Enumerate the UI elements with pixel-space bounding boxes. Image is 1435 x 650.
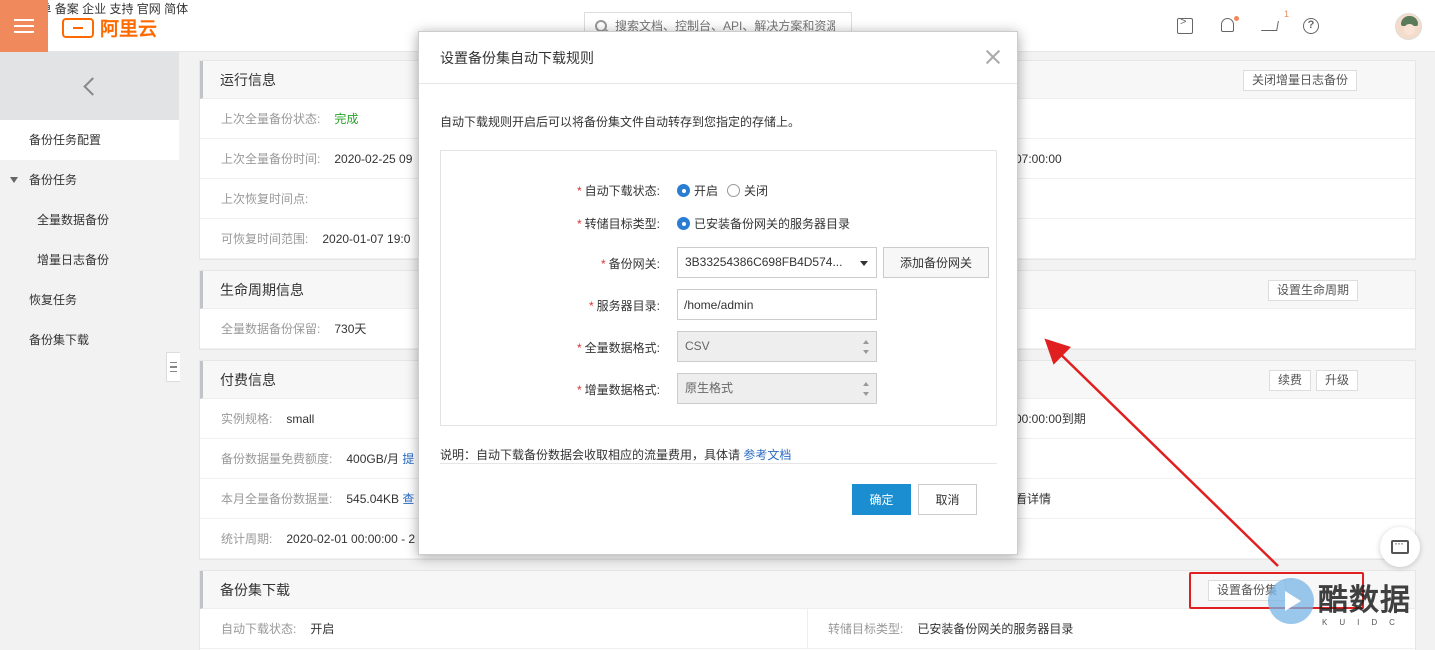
server-dir-input[interactable] [677, 289, 877, 320]
target-type-label: * 转储目标类型: [576, 217, 660, 231]
avatar[interactable] [1395, 13, 1422, 40]
view-details-link[interactable]: 看详情 [1015, 490, 1051, 507]
sidebar-item-full-backup[interactable]: 全量数据备份 [0, 200, 179, 240]
updown-icon [863, 382, 870, 396]
sidebar: 备份任务配置 备份任务 全量数据备份 增量日志备份 恢复任务 备份集下载 [0, 52, 179, 650]
watermark-text: 酷数据 [1318, 584, 1411, 617]
info-row: 自动下载状态: 开启 转储目标类型: 已安装备份网关的服务器目录 [200, 609, 1415, 649]
add-gateway-button[interactable]: 添加备份网关 [883, 247, 989, 278]
aliyun-logo[interactable]: 阿里云 [62, 14, 157, 41]
caret-down-icon [860, 261, 868, 266]
bell-icon[interactable] [1221, 18, 1234, 32]
dialog-description: 自动下载规则开启后可以将备份集文件自动转存到您指定的存储上。 [440, 115, 801, 129]
sidebar-back[interactable] [0, 52, 179, 120]
aliyun-logo-icon [62, 17, 94, 38]
renew-button[interactable]: 续费 [1269, 370, 1312, 391]
watermark-subtext: KUIDC [1322, 618, 1407, 627]
close-incremental-backup-button[interactable]: 关闭增量日志备份 [1243, 70, 1358, 91]
radio-on[interactable]: 开启 [677, 182, 718, 199]
full-format-select: CSV [677, 331, 877, 362]
radio-target-server-dir[interactable]: 已安装备份网关的服务器目录 [677, 215, 850, 232]
billing-title: 付费信息 [220, 371, 276, 388]
incr-format-select: 原生格式 [677, 373, 877, 404]
chat-button[interactable] [1380, 527, 1420, 567]
reference-doc-link[interactable]: 参考文档 [743, 448, 791, 462]
cancel-button[interactable]: 取消 [918, 484, 977, 515]
backup-download-title: 备份集下载 [220, 581, 290, 598]
radio-off[interactable]: 关闭 [727, 182, 768, 199]
sidebar-item-restore-tasks[interactable]: 恢复任务 [0, 280, 179, 320]
play-icon [1268, 578, 1314, 624]
server-dir-label: * 服务器目录: [588, 299, 660, 313]
lifecycle-title: 生命周期信息 [220, 281, 304, 298]
fee-note: 说明：自动下载备份数据会收取相应的流量费用，具体请 参考文档 [440, 448, 792, 462]
logo-text: 阿里云 [100, 19, 158, 40]
auto-download-rule-dialog: 设置备份集自动下载规则 自动下载规则开启后可以将备份集文件自动转存到您指定的存储… [418, 31, 1018, 555]
chat-icon [1391, 536, 1409, 554]
set-lifecycle-button[interactable]: 设置生命周期 [1268, 280, 1359, 301]
hamburger-menu-icon[interactable] [0, 0, 48, 52]
link[interactable]: 查 [402, 490, 414, 507]
sidebar-item-backup-config[interactable]: 备份任务配置 [0, 120, 179, 160]
confirm-button[interactable]: 确定 [852, 484, 911, 515]
sidebar-item-incremental-backup[interactable]: 增量日志备份 [0, 240, 179, 280]
full-format-label: * 全量数据格式: [576, 341, 660, 355]
link[interactable]: 提 [402, 450, 414, 467]
help-icon[interactable]: ? [1303, 18, 1319, 34]
radio-unchecked-icon [727, 184, 740, 197]
cart-icon[interactable] [1261, 21, 1279, 31]
incr-format-label: * 增量数据格式: [576, 383, 660, 397]
radio-checked-icon [677, 184, 690, 197]
gateway-label: * 备份网关: [600, 257, 660, 271]
terminal-icon[interactable] [1177, 16, 1193, 34]
chevron-left-icon [83, 76, 102, 96]
gateway-select[interactable]: 3B33254386C698FB4D574... [677, 247, 877, 278]
auto-status-label: * 自动下载状态: [576, 184, 660, 198]
rule-form: * 自动下载状态: 开启 关闭 * 转储目标类型: 已安装备份网关的服务器目录 * 备… [440, 150, 997, 426]
sidebar-collapse-handle[interactable] [166, 352, 180, 382]
cart-badge: 1 [1284, 9, 1290, 19]
notification-dot [1234, 16, 1239, 21]
radio-checked-icon [677, 217, 690, 230]
language-switch[interactable]: 简体 [164, 2, 188, 16]
triangle-down-icon [10, 177, 18, 183]
updown-icon [863, 340, 870, 354]
run-info-title: 运行信息 [220, 71, 276, 88]
sidebar-item-backup-download[interactable]: 备份集下载 [0, 320, 179, 360]
dialog-divider [440, 463, 997, 464]
upgrade-button[interactable]: 升级 [1316, 370, 1359, 391]
dialog-title: 设置备份集自动下载规则 [419, 32, 1017, 84]
close-icon[interactable] [985, 49, 1001, 65]
sidebar-item-backup-tasks[interactable]: 备份任务 [0, 160, 179, 200]
